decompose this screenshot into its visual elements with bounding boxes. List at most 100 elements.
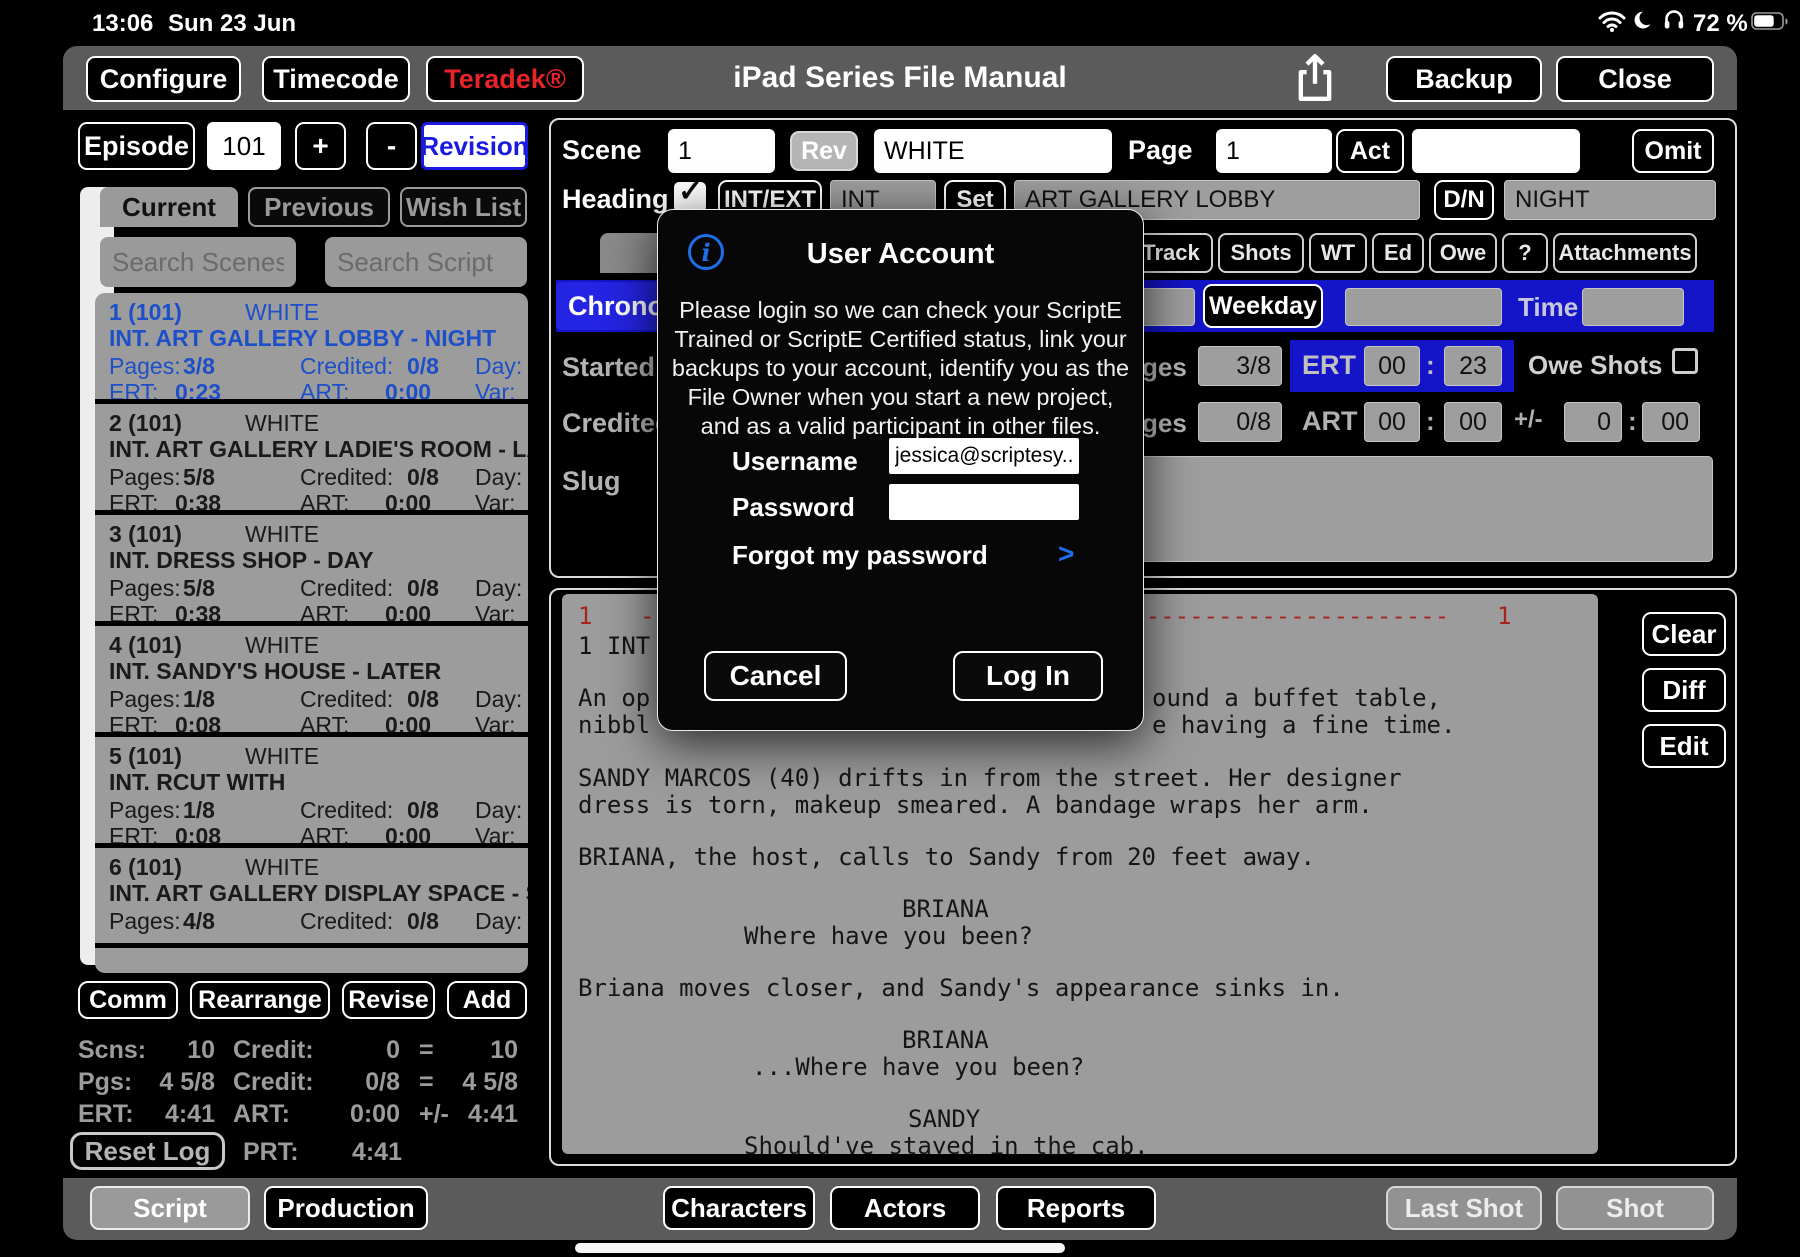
art-colon: : [1426, 406, 1435, 437]
home-indicator[interactable] [575, 1243, 1065, 1253]
time-field[interactable] [1582, 288, 1684, 326]
username-label: Username [732, 446, 858, 477]
scene-item-day-label: Day: [475, 797, 522, 824]
detail-tab-ed[interactable]: Ed [1372, 233, 1424, 273]
script-tab-button[interactable]: Script [90, 1186, 250, 1230]
act-field[interactable] [1412, 129, 1580, 173]
rev-button[interactable]: Rev [790, 131, 858, 171]
login-button[interactable]: Log In [953, 651, 1103, 701]
detail-tab-[interactable]: ? [1502, 233, 1548, 273]
scene-item-ert-value: 0:38 [175, 490, 221, 515]
edit-button[interactable]: Edit [1642, 724, 1726, 768]
actors-tab-button[interactable]: Actors [830, 1186, 980, 1230]
weekday-field[interactable] [1345, 288, 1502, 326]
revision-button[interactable]: Revision [421, 122, 528, 170]
top-toolbar: Configure Timecode Teradek® iPad Series … [63, 46, 1737, 110]
scene-list-item[interactable]: 4 (101)WHITEINT. SANDY'S HOUSE - LATERPa… [95, 626, 528, 737]
scene-item-day-label: Day: [475, 575, 522, 602]
pages-field[interactable]: 3/8 [1198, 346, 1282, 386]
scene-item-art-value: 0:00 [385, 712, 431, 737]
script-line: 1 INT [578, 632, 650, 660]
close-button[interactable]: Close [1556, 56, 1714, 102]
share-icon[interactable] [1295, 52, 1335, 109]
shot-button[interactable]: Shot [1556, 1186, 1714, 1230]
detail-tab-shots[interactable]: Shots [1218, 233, 1304, 273]
tab-previous[interactable]: Previous [248, 187, 390, 227]
episode-button[interactable]: Episode [78, 122, 195, 170]
credited-pages-field[interactable]: 0/8 [1198, 402, 1282, 442]
dn-field[interactable]: NIGHT [1504, 180, 1716, 220]
totals-value-3: 4 5/8 [430, 1068, 518, 1097]
detail-tab-attachments[interactable]: Attachments [1553, 233, 1697, 273]
scene-item-day-label: Day: [475, 464, 522, 491]
scene-item-number: 3 (101) [109, 521, 182, 548]
modal-body-line: backups to your account, identify you as… [658, 354, 1143, 383]
scene-list-item[interactable]: 5 (101)WHITEINT. RCUT WITHPages: 1/8Cred… [95, 737, 528, 848]
script-line: ound a buffet table, [1152, 684, 1441, 712]
weekday-button[interactable]: Weekday [1203, 284, 1323, 328]
dn-button[interactable]: D/N [1434, 180, 1494, 220]
var-hours-field[interactable]: 0 [1564, 402, 1622, 442]
comm-button[interactable]: Comm [78, 981, 178, 1019]
username-input[interactable] [889, 438, 1079, 474]
rearrange-button[interactable]: Rearrange [190, 981, 330, 1019]
var-minutes-field[interactable]: 00 [1642, 402, 1700, 442]
scene-item-credited-value: 0/8 [407, 686, 439, 713]
heading-checkbox-icon[interactable]: ✓ [674, 182, 706, 212]
art-hours-field[interactable]: 00 [1364, 402, 1420, 442]
scene-item-ert-label: ERT: [109, 490, 158, 515]
episode-plus-button[interactable]: + [295, 122, 346, 170]
episode-minus-button[interactable]: - [366, 122, 417, 170]
scene-item-ert-value: 0:23 [175, 379, 221, 404]
tab-wish-list[interactable]: Wish List [400, 187, 527, 227]
act-button[interactable]: Act [1336, 129, 1404, 173]
episode-number-field[interactable]: 101 [207, 122, 281, 170]
scene-item-number: 1 (101) [109, 299, 182, 326]
forgot-password-link[interactable]: Forgot my password [732, 540, 988, 571]
reset-log-button[interactable]: Reset Log [70, 1132, 225, 1170]
production-tab-button[interactable]: Production [264, 1186, 428, 1230]
status-date: Sun 23 Jun [168, 10, 296, 38]
scene-list-item[interactable]: 1 (101)WHITEINT. ART GALLERY LOBBY - NIG… [95, 293, 528, 404]
rev-color-field[interactable]: WHITE [874, 129, 1112, 173]
scene-list[interactable]: 1 (101)WHITEINT. ART GALLERY LOBBY - NIG… [95, 293, 528, 973]
scene-item-art-value: 0:00 [385, 823, 431, 848]
detail-tab-owe[interactable]: Owe [1429, 233, 1497, 273]
last-shot-button[interactable]: Last Shot [1386, 1186, 1542, 1230]
scene-number-field[interactable]: 1 [668, 129, 775, 173]
omit-button[interactable]: Omit [1632, 129, 1714, 173]
owe-shots-checkbox[interactable] [1672, 348, 1698, 374]
headphones-icon [1663, 9, 1685, 35]
page-number-field[interactable]: 1 [1216, 129, 1332, 173]
slug-label: Slug [562, 466, 621, 497]
add-button[interactable]: Add [447, 981, 527, 1019]
wifi-icon [1598, 11, 1626, 37]
scene-list-item[interactable]: 6 (101)WHITEINT. ART GALLERY DISPLAY SPA… [95, 848, 528, 948]
clear-button[interactable]: Clear [1642, 612, 1726, 656]
ert-hours-field[interactable]: 00 [1364, 346, 1420, 386]
totals-value-3: 10 [430, 1036, 518, 1065]
password-input[interactable] [889, 484, 1079, 520]
cancel-button[interactable]: Cancel [704, 651, 847, 701]
scene-item-art-label: ART: [300, 379, 349, 404]
reports-tab-button[interactable]: Reports [996, 1186, 1156, 1230]
script-line: e having a fine time. [1152, 711, 1455, 739]
scene-item-credited-label: Credited: [300, 464, 393, 491]
ert-minutes-field[interactable]: 23 [1444, 346, 1502, 386]
art-minutes-field[interactable]: 00 [1444, 402, 1502, 442]
scene-list-item[interactable]: 2 (101)WHITEINT. ART GALLERY LADIE'S ROO… [95, 404, 528, 515]
backup-button[interactable]: Backup [1386, 56, 1542, 102]
search-scenes-input[interactable] [100, 237, 296, 287]
revise-button[interactable]: Revise [342, 981, 435, 1019]
characters-tab-button[interactable]: Characters [663, 1186, 815, 1230]
detail-tab-wt[interactable]: WT [1309, 233, 1367, 273]
totals-value-2: 0/8 [300, 1068, 400, 1097]
moon-icon [1634, 10, 1655, 36]
scene-item-ert-value: 0:38 [175, 601, 221, 626]
forgot-chevron-icon[interactable]: > [1058, 538, 1074, 570]
search-script-input[interactable] [325, 237, 527, 287]
tab-current[interactable]: Current [100, 187, 238, 227]
diff-button[interactable]: Diff [1642, 668, 1726, 712]
scene-list-item[interactable]: 3 (101)WHITEINT. DRESS SHOP - DAYPages: … [95, 515, 528, 626]
scene-item-number: 6 (101) [109, 854, 182, 881]
